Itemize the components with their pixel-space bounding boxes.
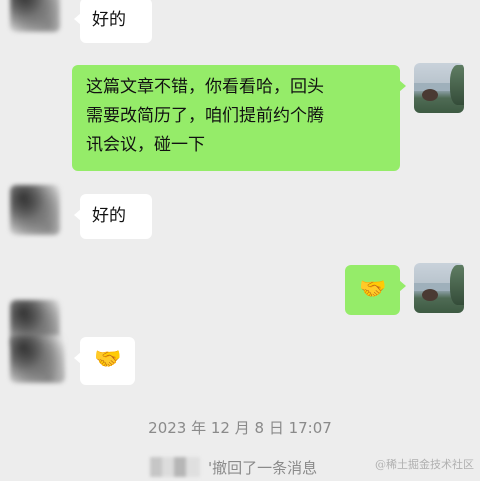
- recall-text: '撤回了一条消息: [208, 459, 318, 477]
- message-text: 好的: [92, 10, 126, 30]
- contact-avatar[interactable]: [10, 185, 60, 235]
- message-text: 好的: [92, 206, 126, 226]
- contact-avatar[interactable]: [10, 0, 60, 32]
- handshake-icon: 🤝: [359, 277, 387, 302]
- self-avatar[interactable]: [414, 63, 464, 113]
- message-bubble-received[interactable]: 🤝: [74, 337, 135, 385]
- self-avatar[interactable]: [414, 263, 464, 313]
- blurred-name: [150, 457, 200, 477]
- message-timestamp: 2023 年 12 月 8 日 17:07: [148, 419, 332, 437]
- message-line: 讯会议，碰一下: [86, 135, 205, 155]
- watermark: @稀土掘金技术社区: [375, 458, 474, 471]
- message-bubble-sent[interactable]: 这篇文章不错，你看看哈，回头 需要改简历了，咱们提前约个腾 讯会议，碰一下: [72, 65, 406, 171]
- contact-avatar-overlay: [10, 335, 65, 383]
- message-bubble-sent[interactable]: 🤝: [345, 265, 406, 315]
- message-bubble-received[interactable]: 好的: [74, 0, 152, 43]
- message-line: 需要改简历了，咱们提前约个腾: [86, 106, 324, 126]
- handshake-icon: 🤝: [94, 347, 122, 372]
- message-bubble-received[interactable]: 好的: [74, 194, 152, 239]
- message-line: 这篇文章不错，你看看哈，回头: [86, 77, 324, 97]
